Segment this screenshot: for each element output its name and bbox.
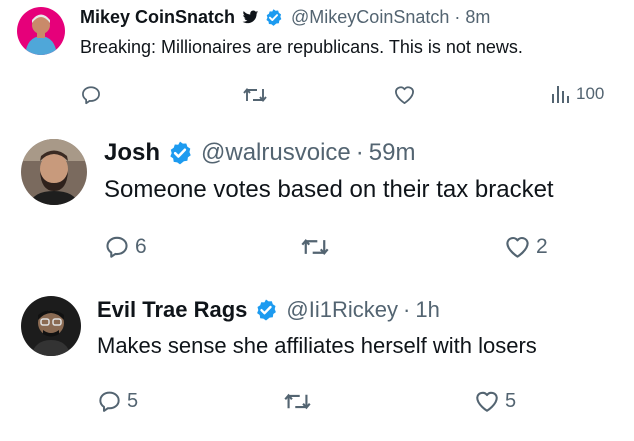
retweet-icon: [243, 88, 267, 102]
timestamp[interactable]: 59m: [369, 139, 416, 167]
tweet-header: Mikey CoinSnatch @MikeyCoinSnatch · 8m: [80, 7, 490, 28]
views-icon: [552, 86, 569, 103]
tweet-header: Evil Trae Rags @Ii1Rickey · 1h: [97, 297, 440, 323]
reply-icon: [82, 86, 100, 105]
timestamp[interactable]: 1h: [415, 297, 439, 323]
like-count: 2: [536, 234, 548, 258]
bird-icon: [242, 10, 259, 25]
heart-icon: [506, 236, 529, 258]
timestamp[interactable]: 8m: [465, 7, 490, 28]
reply-icon: [106, 236, 128, 258]
retweet-button[interactable]: [283, 389, 312, 414]
reply-button[interactable]: 6: [104, 234, 147, 260]
display-name[interactable]: Josh: [104, 139, 160, 167]
verified-badge-icon: [167, 140, 193, 166]
avatar[interactable]: [21, 139, 87, 205]
like-button[interactable]: [393, 84, 416, 105]
views-button[interactable]: 100: [551, 84, 604, 104]
display-name[interactable]: Mikey CoinSnatch: [80, 7, 235, 28]
like-count: 5: [505, 389, 517, 412]
avatar[interactable]: [21, 296, 81, 356]
tweet-header: Josh @walrusvoice · 59m: [104, 139, 415, 167]
reply-button[interactable]: 5: [97, 389, 138, 414]
handle[interactable]: @walrusvoice: [201, 139, 351, 167]
reply-count: 6: [135, 235, 147, 258]
retweet-button[interactable]: [242, 84, 268, 106]
views-count: 100: [576, 84, 605, 103]
tweet-text: Makes sense she affiliates herself with …: [97, 333, 537, 358]
separator: ·: [454, 7, 461, 27]
tweet-text: Breaking: Millionaires are republicans. …: [80, 37, 523, 57]
retweet-button[interactable]: [300, 234, 330, 260]
heart-icon: [476, 391, 498, 412]
separator: ·: [355, 139, 364, 166]
reply-count: 5: [127, 390, 139, 412]
display-name[interactable]: Evil Trae Rags: [97, 297, 247, 323]
like-button[interactable]: 2: [504, 234, 548, 259]
handle[interactable]: @MikeyCoinSnatch: [291, 7, 449, 28]
verified-badge-icon: [264, 8, 283, 27]
reply-button[interactable]: [80, 84, 102, 106]
tweet-text: Someone votes based on their tax bracket: [104, 176, 554, 203]
like-button[interactable]: 5: [474, 389, 516, 413]
handle[interactable]: @Ii1Rickey: [286, 297, 398, 323]
retweet-icon: [284, 393, 311, 410]
separator: ·: [403, 297, 411, 322]
verified-badge-icon: [254, 298, 278, 322]
reply-icon: [99, 391, 120, 412]
retweet-icon: [301, 238, 329, 256]
avatar[interactable]: [17, 7, 65, 55]
heart-icon: [395, 86, 414, 104]
